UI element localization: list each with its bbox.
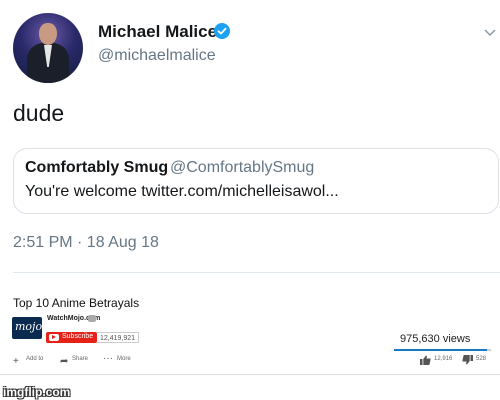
subscribe-button[interactable]: Subscribe bbox=[46, 332, 97, 343]
quoted-author-name: Comfortably Smug bbox=[25, 159, 169, 176]
like-count: 12,916 bbox=[434, 356, 453, 362]
quoted-tweet-text: You're welcome twitter.com/michelleisawo… bbox=[25, 183, 339, 200]
video-title[interactable]: Top 10 Anime Betrayals bbox=[13, 296, 139, 310]
thumbs-up-icon[interactable] bbox=[420, 355, 431, 365]
like-ratio-bar bbox=[394, 349, 491, 351]
channel-verified-icon bbox=[88, 315, 96, 322]
verified-badge-icon bbox=[214, 23, 230, 39]
subscribe-label: Subscribe bbox=[62, 333, 94, 340]
share-icon[interactable]: ➦ bbox=[60, 357, 68, 367]
divider bbox=[13, 272, 500, 273]
author-name[interactable]: Michael Malice bbox=[98, 22, 217, 42]
tweet-text: dude bbox=[13, 100, 65, 126]
dislike-count: 528 bbox=[476, 356, 487, 362]
author-handle[interactable]: @michaelmalice bbox=[98, 47, 216, 65]
add-to-button[interactable]: Add to bbox=[26, 356, 43, 362]
view-count: 975,630 views bbox=[400, 333, 471, 345]
imgflip-watermark: imgflip.com bbox=[3, 385, 71, 399]
subscriber-count: 12,419,921 bbox=[97, 332, 140, 343]
author-avatar[interactable] bbox=[13, 13, 83, 83]
thumbs-down-icon[interactable] bbox=[462, 355, 473, 365]
share-button[interactable]: Share bbox=[72, 356, 88, 362]
channel-logo[interactable]: mojo bbox=[12, 317, 42, 339]
tweet-timestamp[interactable]: 2:51 PM · 18 Aug 18 bbox=[13, 234, 159, 252]
channel-logo-text: mojo bbox=[15, 320, 43, 333]
quoted-tweet-card[interactable] bbox=[13, 148, 499, 214]
add-icon[interactable]: + bbox=[13, 357, 19, 367]
youtube-icon bbox=[49, 334, 59, 341]
more-icon[interactable]: ··· bbox=[103, 354, 113, 364]
like-ratio-fill bbox=[394, 349, 488, 351]
quoted-author-handle: @ComfortablySmug bbox=[170, 159, 315, 176]
divider bbox=[0, 374, 500, 375]
chevron-down-icon[interactable] bbox=[484, 28, 496, 38]
more-button[interactable]: More bbox=[117, 356, 131, 362]
